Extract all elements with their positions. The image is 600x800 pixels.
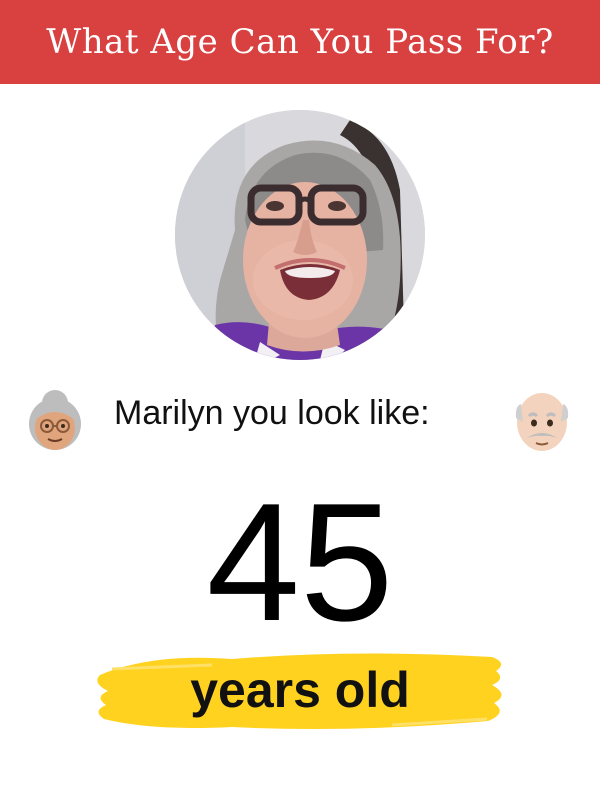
grandfather-emoji-icon	[515, 393, 569, 451]
result-intro-row: Marilyn you look like:	[0, 380, 600, 460]
result-intro-text: Marilyn you look like:	[114, 394, 430, 432]
age-unit-label: years old	[190, 662, 410, 718]
grandmother-emoji-icon	[29, 390, 81, 450]
profile-photo	[175, 110, 425, 360]
header-bar: What Age Can You Pass For?	[0, 0, 600, 84]
page-title: What Age Can You Pass For?	[46, 22, 554, 62]
profile-photo-illustration	[175, 110, 425, 360]
age-value: 45	[206, 468, 394, 656]
